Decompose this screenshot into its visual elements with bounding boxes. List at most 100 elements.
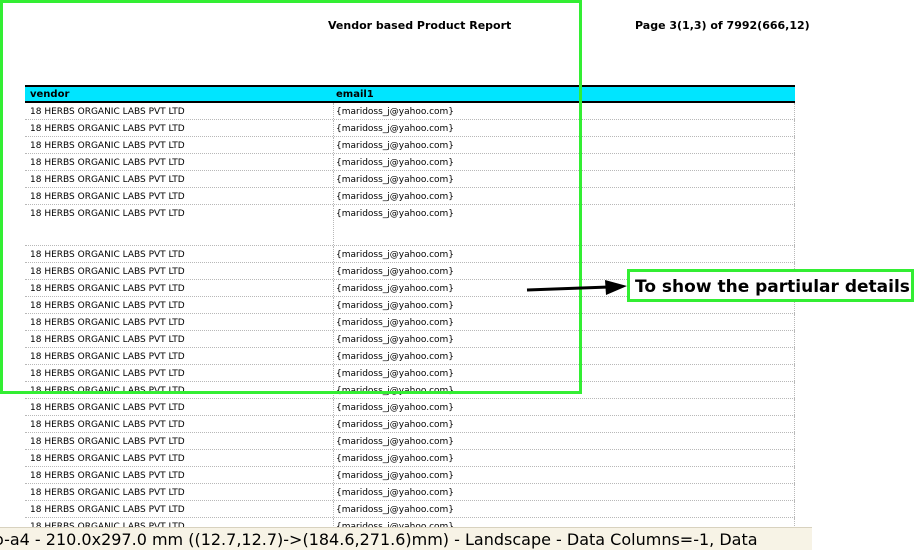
column-divider [333, 120, 334, 136]
table-row: 18 HERBS ORGANIC LABS PVT LTD {maridoss_j… [25, 103, 795, 120]
row-border [794, 314, 795, 330]
row-border [794, 103, 795, 119]
vendor-cell: 18 HERBS ORGANIC LABS PVT LTD [30, 403, 185, 413]
status-bar: o-a4 - 210.0x297.0 mm ((12.7,12.7)->(184… [0, 527, 812, 550]
callout-label: To show the partiular details [627, 269, 914, 302]
vendor-cell: 18 HERBS ORGANIC LABS PVT LTD [30, 301, 185, 311]
email-cell: {maridoss_j@yahoo.com} [336, 471, 455, 481]
table-row: 18 HERBS ORGANIC LABS PVT LTD {maridoss_j… [25, 171, 795, 188]
table-row: 18 HERBS ORGANIC LABS PVT LTD {maridoss_j… [25, 450, 795, 467]
table-row: 18 HERBS ORGANIC LABS PVT LTD {maridoss_j… [25, 188, 795, 205]
column-divider [333, 348, 334, 364]
email-cell: {maridoss_j@yahoo.com} [336, 158, 455, 168]
row-border [794, 188, 795, 204]
column-divider [333, 399, 334, 415]
email-cell: {maridoss_j@yahoo.com} [336, 209, 455, 219]
email-cell: {maridoss_j@yahoo.com} [336, 420, 455, 430]
vendor-cell: 18 HERBS ORGANIC LABS PVT LTD [30, 471, 185, 481]
row-border [794, 416, 795, 432]
arrow-right-icon [526, 280, 627, 295]
column-divider [333, 416, 334, 432]
row-border [794, 382, 795, 398]
column-divider [333, 103, 334, 119]
page-info: Page 3(1,3) of 7992(666,12) [635, 19, 810, 32]
email-cell: {maridoss_j@yahoo.com} [336, 141, 455, 151]
vendor-cell: 18 HERBS ORGANIC LABS PVT LTD [30, 352, 185, 362]
email-cell: {maridoss_j@yahoo.com} [336, 454, 455, 464]
vendor-cell: 18 HERBS ORGANIC LABS PVT LTD [30, 124, 185, 134]
row-border [794, 348, 795, 364]
table-row: 18 HERBS ORGANIC LABS PVT LTD {maridoss_j… [25, 331, 795, 348]
email-cell: {maridoss_j@yahoo.com} [336, 352, 455, 362]
email-cell: {maridoss_j@yahoo.com} [336, 505, 455, 515]
vendor-cell: 18 HERBS ORGANIC LABS PVT LTD [30, 505, 185, 515]
row-border [794, 399, 795, 415]
table-row: 18 HERBS ORGANIC LABS PVT LTD {maridoss_j… [25, 154, 795, 171]
column-header-email1: email1 [336, 89, 374, 100]
vendor-cell: 18 HERBS ORGANIC LABS PVT LTD [30, 267, 185, 277]
table-row: 18 HERBS ORGANIC LABS PVT LTD {maridoss_j… [25, 137, 795, 154]
vendor-cell: 18 HERBS ORGANIC LABS PVT LTD [30, 284, 185, 294]
row-border [794, 331, 795, 347]
column-divider [333, 171, 334, 187]
status-text: o-a4 - 210.0x297.0 mm ((12.7,12.7)->(184… [0, 530, 758, 549]
table-row: 18 HERBS ORGANIC LABS PVT LTD {maridoss_j… [25, 484, 795, 501]
table-row: 18 HERBS ORGANIC LABS PVT LTD {maridoss_j… [25, 382, 795, 399]
email-cell: {maridoss_j@yahoo.com} [336, 301, 455, 311]
column-divider [333, 246, 334, 262]
vendor-cell: 18 HERBS ORGANIC LABS PVT LTD [30, 454, 185, 464]
row-border [794, 433, 795, 449]
email-cell: {maridoss_j@yahoo.com} [336, 175, 455, 185]
email-cell: {maridoss_j@yahoo.com} [336, 284, 455, 294]
row-border [794, 205, 795, 245]
email-cell: {maridoss_j@yahoo.com} [336, 107, 455, 117]
row-border [794, 484, 795, 500]
email-cell: {maridoss_j@yahoo.com} [336, 437, 455, 447]
email-cell: {maridoss_j@yahoo.com} [336, 403, 455, 413]
column-divider [333, 365, 334, 381]
column-divider [333, 484, 334, 500]
row-border [794, 171, 795, 187]
column-divider [333, 280, 334, 296]
row-border [794, 137, 795, 153]
report-table: vendor email1 18 HERBS ORGANIC LABS PVT … [25, 85, 795, 535]
email-cell: {maridoss_j@yahoo.com} [336, 369, 455, 379]
column-divider [333, 137, 334, 153]
table-row: 18 HERBS ORGANIC LABS PVT LTD {maridoss_j… [25, 501, 795, 518]
vendor-cell: 18 HERBS ORGANIC LABS PVT LTD [30, 386, 185, 396]
vendor-cell: 18 HERBS ORGANIC LABS PVT LTD [30, 250, 185, 260]
vendor-cell: 18 HERBS ORGANIC LABS PVT LTD [30, 318, 185, 328]
column-divider [333, 331, 334, 347]
column-divider [333, 297, 334, 313]
column-divider [333, 154, 334, 170]
vendor-cell: 18 HERBS ORGANIC LABS PVT LTD [30, 437, 185, 447]
vendor-cell: 18 HERBS ORGANIC LABS PVT LTD [30, 141, 185, 151]
vendor-cell: 18 HERBS ORGANIC LABS PVT LTD [30, 107, 185, 117]
row-border [794, 246, 795, 262]
column-divider [333, 263, 334, 279]
email-cell: {maridoss_j@yahoo.com} [336, 267, 455, 277]
report-title: Vendor based Product Report [328, 19, 512, 32]
row-border [794, 365, 795, 381]
row-border [794, 120, 795, 136]
email-cell: {maridoss_j@yahoo.com} [336, 318, 455, 328]
vendor-cell: 18 HERBS ORGANIC LABS PVT LTD [30, 209, 185, 219]
row-border [794, 501, 795, 517]
table-row: 18 HERBS ORGANIC LABS PVT LTD {maridoss_j… [25, 120, 795, 137]
row-border [794, 154, 795, 170]
column-divider [333, 188, 334, 204]
vendor-cell: 18 HERBS ORGANIC LABS PVT LTD [30, 420, 185, 430]
column-divider [333, 501, 334, 517]
email-cell: {maridoss_j@yahoo.com} [336, 386, 455, 396]
table-row: 18 HERBS ORGANIC LABS PVT LTD {maridoss_j… [25, 365, 795, 382]
table-row: 18 HERBS ORGANIC LABS PVT LTD {maridoss_j… [25, 467, 795, 484]
row-border [794, 467, 795, 483]
table-row: 18 HERBS ORGANIC LABS PVT LTD {maridoss_j… [25, 314, 795, 331]
vendor-cell: 18 HERBS ORGANIC LABS PVT LTD [30, 192, 185, 202]
table-header: vendor email1 [25, 85, 795, 103]
column-header-vendor: vendor [30, 89, 70, 100]
vendor-cell: 18 HERBS ORGANIC LABS PVT LTD [30, 175, 185, 185]
column-divider [333, 205, 334, 245]
email-cell: {maridoss_j@yahoo.com} [336, 192, 455, 202]
table-row: 18 HERBS ORGANIC LABS PVT LTD {maridoss_j… [25, 205, 795, 246]
